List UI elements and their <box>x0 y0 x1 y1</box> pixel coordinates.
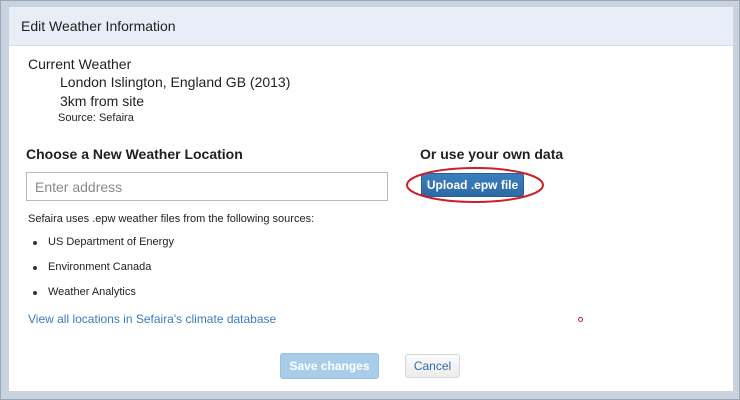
sources-intro-text: Sefaira uses .epw weather files from the… <box>28 213 315 225</box>
bullet-icon <box>33 266 37 270</box>
source-item-label: Environment Canada <box>48 261 152 273</box>
current-weather-distance: 3km from site <box>60 93 145 109</box>
climate-database-link[interactable]: View all locations in Sefaira's climate … <box>28 312 276 326</box>
source-item: US Department of Energy <box>28 236 174 261</box>
source-item-label: Weather Analytics <box>48 286 136 298</box>
current-weather-location: London Islington, England GB (2013) <box>60 74 291 90</box>
highlight-ellipse-annotation <box>406 167 544 203</box>
bullet-icon <box>33 241 37 245</box>
bullet-icon <box>33 291 37 295</box>
save-changes-button[interactable]: Save changes <box>280 353 379 379</box>
source-list: US Department of Energy Environment Cana… <box>28 236 174 311</box>
dialog-title: Edit Weather Information <box>21 18 176 34</box>
dialog-header: Edit Weather Information <box>9 7 733 46</box>
source-item: Environment Canada <box>28 261 174 286</box>
current-weather-source: Source: Sefaira <box>58 112 134 124</box>
source-item: Weather Analytics <box>28 286 174 311</box>
source-item-label: US Department of Energy <box>48 236 174 248</box>
weather-dialog: Edit Weather Information Current Weather… <box>0 0 740 400</box>
cancel-button[interactable]: Cancel <box>405 354 460 378</box>
dialog-body: Current Weather London Islington, Englan… <box>9 46 733 391</box>
new-location-heading: Choose a New Weather Location <box>26 146 243 162</box>
address-input[interactable] <box>26 172 388 201</box>
current-weather-heading: Current Weather <box>28 56 132 72</box>
own-data-heading: Or use your own data <box>420 146 564 162</box>
annotation-dot <box>578 317 583 322</box>
